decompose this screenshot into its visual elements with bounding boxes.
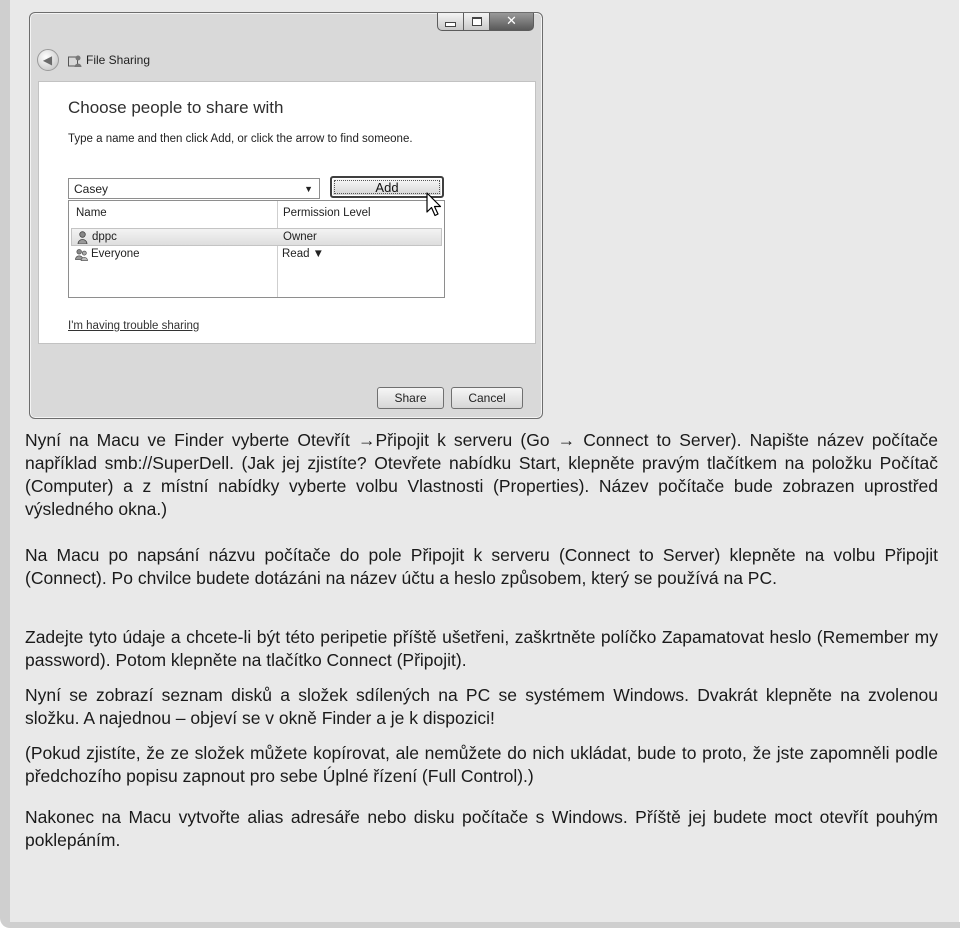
maximize-button[interactable] — [464, 13, 490, 31]
cancel-button[interactable]: Cancel — [451, 387, 523, 409]
close-icon: ✕ — [506, 14, 517, 29]
row-name: Everyone — [91, 248, 140, 260]
user-icon — [77, 231, 88, 244]
name-input-value: Casey — [74, 182, 109, 196]
close-button[interactable]: ✕ — [490, 13, 534, 31]
list-row-dppc[interactable]: dppc Owner — [71, 228, 442, 246]
list-row-everyone[interactable]: Everyone Read ▼ — [71, 246, 442, 264]
column-header-permission[interactable]: Permission Level — [283, 207, 371, 219]
window-title: File Sharing — [86, 53, 151, 67]
back-arrow-icon: ◀ — [42, 53, 53, 67]
share-button[interactable]: Share — [377, 387, 444, 409]
paragraph-2: Na Macu po napsání názvu počítače do pol… — [25, 545, 938, 588]
group-icon — [75, 249, 88, 261]
maximize-icon — [471, 17, 482, 26]
dialog-instruction: Type a name and then click Add, or click… — [68, 133, 413, 145]
name-combobox[interactable]: Casey ▼ — [68, 178, 320, 199]
trouble-sharing-link[interactable]: I'm having trouble sharing — [68, 320, 199, 332]
column-header-name[interactable]: Name — [76, 207, 107, 219]
paragraph-6: Nakonec na Macu vytvořte alias adresáře … — [25, 807, 938, 850]
list-header: Name Permission Level — [69, 201, 444, 224]
row-name: dppc — [92, 231, 117, 243]
row-permission: Owner — [283, 231, 317, 243]
dialog-heading: Choose people to share with — [68, 98, 284, 117]
file-sharing-dialog: ✕ ◀ File Sharing Choose people to share … — [29, 12, 543, 419]
paragraph-3: Zadejte tyto údaje a chcete-li být této … — [25, 627, 938, 670]
page-right-rule — [959, 0, 961, 922]
dialog-content: Choose people to share with Type a name … — [38, 81, 536, 344]
sharing-list[interactable]: Name Permission Level dppc Owner Everyon… — [68, 200, 445, 298]
mouse-cursor-icon — [426, 192, 442, 217]
dropdown-arrow-icon[interactable]: ▼ — [304, 184, 313, 194]
window-controls: ✕ — [437, 13, 534, 31]
back-button[interactable]: ◀ — [37, 49, 59, 71]
paragraph-1: Nyní na Macu ve Finder vyberte Otevřít →… — [25, 430, 938, 519]
file-sharing-icon — [68, 55, 82, 67]
minimize-button[interactable] — [437, 13, 464, 31]
add-button-label: Add — [375, 179, 399, 195]
paragraph-5: (Pokud zjistíte, že ze složek můžete kop… — [25, 743, 938, 786]
permission-dropdown[interactable]: Read ▼ — [282, 248, 324, 260]
paragraph-4: Nyní se zobrazí seznam disků a složek sd… — [25, 685, 938, 728]
minimize-icon — [445, 21, 456, 27]
